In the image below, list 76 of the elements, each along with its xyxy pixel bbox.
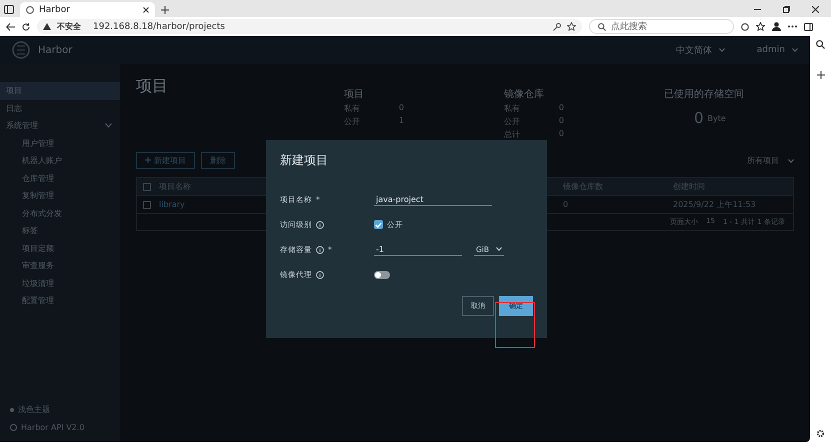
checkbox[interactable] — [374, 220, 383, 229]
reload-icon[interactable] — [22, 22, 30, 30]
stat-label: 公开 — [504, 116, 520, 127]
input-field[interactable]: -1 — [374, 244, 462, 256]
stat-label: 私有 — [504, 103, 520, 114]
caret-icon — [788, 158, 794, 162]
add-icon[interactable] — [816, 71, 824, 79]
stat-value: 1 — [398, 116, 404, 127]
sidebar-icon[interactable] — [804, 22, 813, 30]
stat-value: 0 — [398, 103, 404, 114]
user-menu[interactable]: admin — [756, 45, 785, 55]
stat-label: 总计 — [504, 129, 520, 140]
sidebar-item[interactable]: 分布式分发 — [0, 204, 120, 222]
sidebar-item[interactable]: 审查服务 — [0, 257, 120, 274]
caret-icon — [718, 48, 725, 52]
sidebar-item[interactable]: 日志 — [0, 100, 120, 117]
star-icon[interactable] — [567, 22, 576, 31]
search-field[interactable]: 点此搜索 — [589, 19, 734, 34]
stat-title: 项目 — [344, 88, 365, 101]
brand-name: Harbor — [38, 44, 72, 56]
close-icon[interactable] — [143, 6, 149, 12]
caret-icon — [496, 247, 502, 251]
sidebar-item[interactable]: 机器人账户 — [0, 152, 120, 170]
address-bar[interactable]: 不安全 192.168.8.18/harbor/projects — [37, 19, 582, 34]
filter-select[interactable]: 所有项目 — [747, 155, 779, 166]
dialog-title: 新建项目 — [280, 152, 329, 169]
restore-icon[interactable] — [783, 6, 790, 13]
checkbox[interactable] — [143, 182, 151, 190]
storage-value: 0 — [694, 109, 704, 127]
back-icon[interactable] — [6, 22, 15, 30]
sidebar-item[interactable]: 项目定额 — [0, 240, 120, 257]
dot-icon — [10, 408, 14, 412]
storage-unit: Byte — [708, 114, 726, 122]
stat-value: 0 — [558, 103, 564, 114]
circle-icon — [10, 424, 17, 431]
search-icon — [598, 22, 606, 30]
input-field[interactable]: java-project — [374, 194, 492, 206]
stat-label: 公开 — [344, 116, 360, 127]
browser-tab[interactable]: Harbor — [20, 2, 155, 17]
stat-label: 私有 — [344, 103, 360, 114]
sidebar-item[interactable]: 用户管理 — [0, 134, 120, 152]
stat-title: 已使用的存储空间 — [664, 88, 745, 101]
stat-title: 镜像仓库 — [504, 88, 545, 101]
tab-title: Harbor — [39, 4, 70, 14]
sidebar-item[interactable]: 配置管理 — [0, 292, 120, 310]
stat-value: 0 — [558, 116, 564, 127]
sidebar-item[interactable]: 系统管理 — [0, 117, 120, 134]
delete-button[interactable]: 删除 — [201, 152, 235, 169]
profile-icon[interactable] — [772, 22, 781, 31]
table-cell-text: 2025/9/22 上午11:53 — [673, 199, 757, 210]
api-link[interactable]: Harbor API V2.0 — [21, 423, 84, 432]
close-icon[interactable] — [812, 6, 819, 13]
sidebar-item[interactable]: 标签 — [0, 222, 120, 240]
more-icon[interactable] — [788, 25, 797, 28]
sidebar-item[interactable]: 复制管理 — [0, 187, 120, 204]
checkbox[interactable] — [143, 200, 151, 208]
search-icon[interactable] — [816, 40, 825, 49]
sidebar-item[interactable]: 仓库管理 — [0, 170, 120, 187]
new-project-button[interactable]: 新建项目 — [136, 152, 195, 169]
favorites-icon[interactable] — [756, 22, 765, 31]
sidebar-item[interactable]: 垃圾清理 — [0, 274, 120, 292]
logo-icon — [12, 41, 30, 59]
minimize-icon[interactable] — [754, 6, 761, 13]
new-tab-icon[interactable] — [161, 6, 169, 14]
page-title: 项目 — [136, 76, 168, 97]
language-menu[interactable]: 中文简体 — [676, 44, 712, 56]
caret-icon — [792, 48, 798, 52]
toggle-switch[interactable] — [374, 270, 390, 278]
url-text: 192.168.8.18/harbor/projects — [93, 22, 225, 32]
plus-icon — [145, 157, 151, 163]
warning-icon — [43, 23, 51, 30]
security-label: 不安全 — [57, 21, 81, 32]
theme-toggle[interactable]: 浅色主题 — [18, 404, 50, 415]
table-cell-text: 0 — [563, 200, 570, 209]
tab-list-icon[interactable] — [4, 5, 14, 14]
stat-value: 0 — [558, 129, 564, 140]
